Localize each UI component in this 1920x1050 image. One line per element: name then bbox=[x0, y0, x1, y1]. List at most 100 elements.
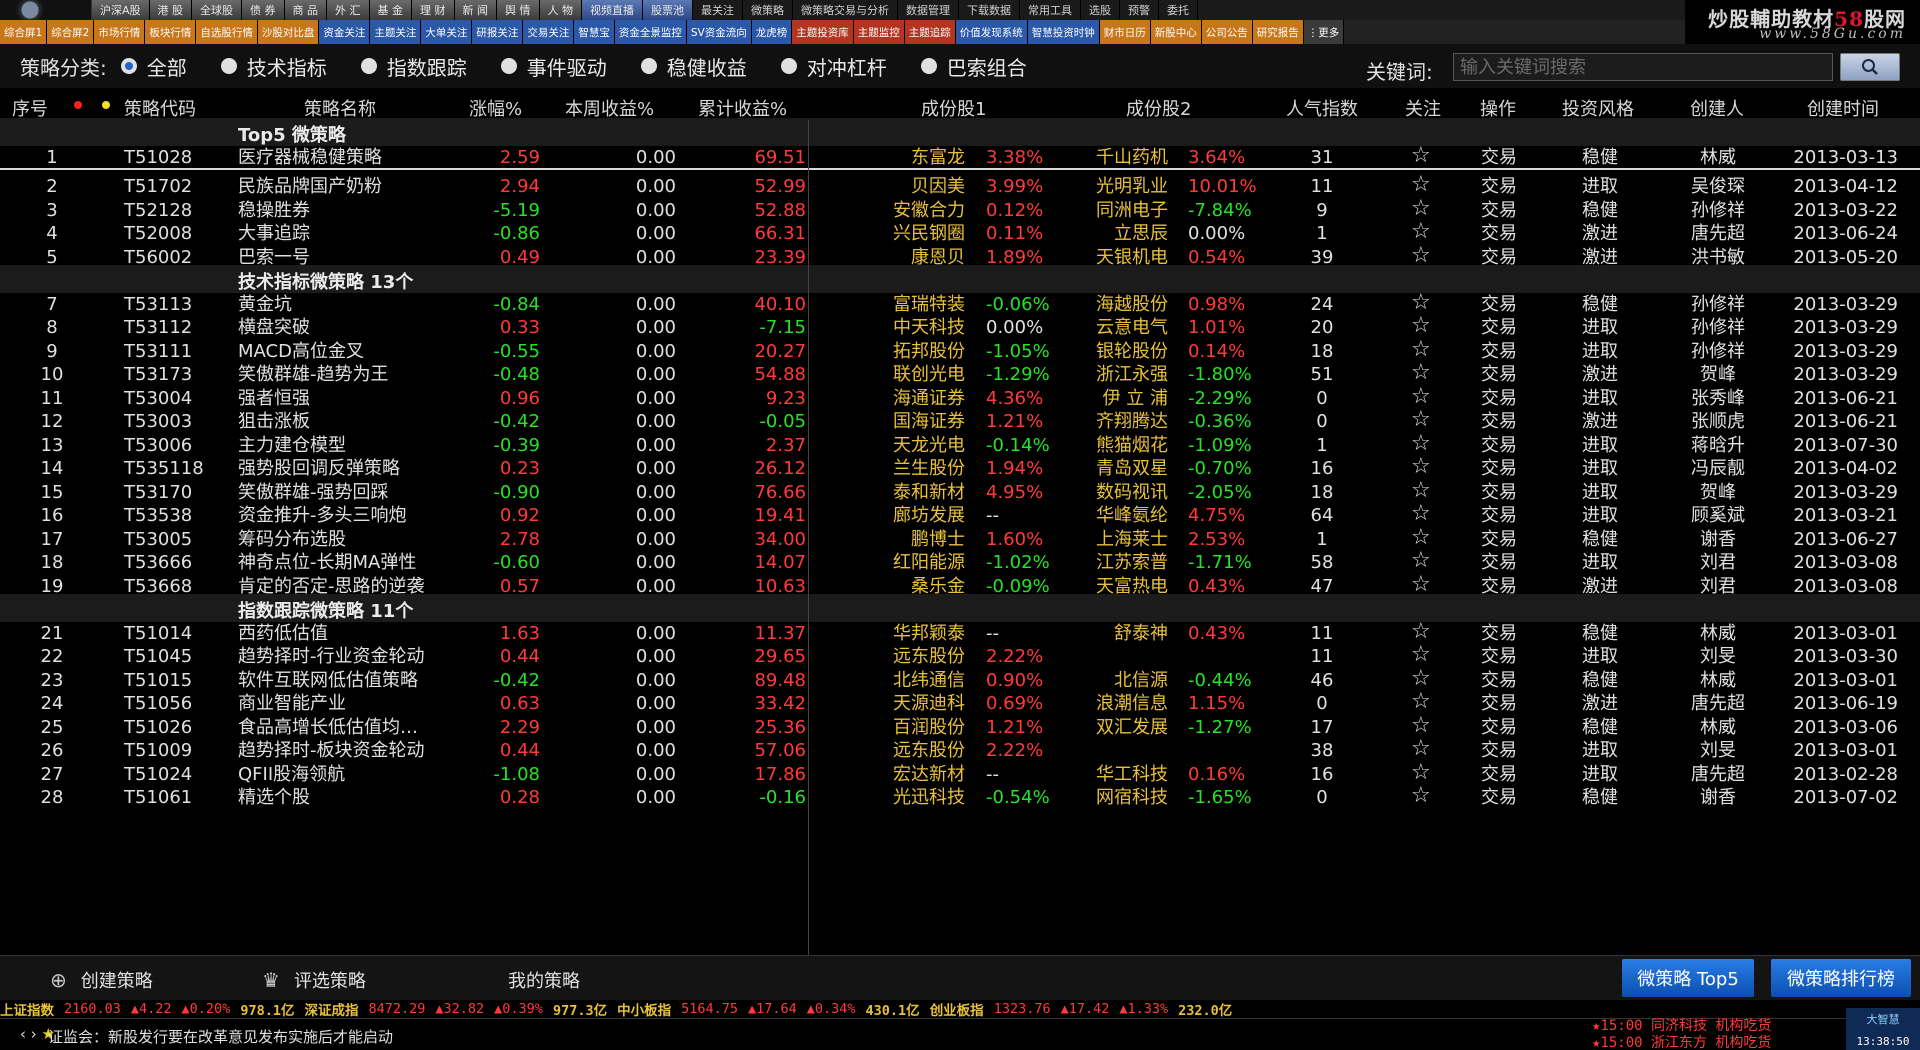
follow-star-icon[interactable]: ☆ bbox=[1411, 479, 1431, 502]
search-button[interactable] bbox=[1840, 53, 1900, 81]
nav-sub-item[interactable]: 新股中心 bbox=[1150, 20, 1202, 44]
nav-top-item[interactable]: 全球股 bbox=[192, 0, 243, 20]
nav-sub-item[interactable]: 交易关注 bbox=[523, 20, 575, 44]
follow-star-icon[interactable]: ☆ bbox=[1411, 144, 1431, 167]
nav-top-item[interactable]: 微策略 bbox=[743, 0, 794, 20]
category-radio-0[interactable]: 全部 bbox=[120, 52, 187, 81]
trophy-icon: ♛ bbox=[262, 968, 280, 992]
nav-sub-item[interactable]: 智慧投资时钟 bbox=[1027, 20, 1100, 44]
follow-star-icon[interactable]: ☆ bbox=[1411, 362, 1431, 384]
nav-sub-item[interactable]: 自选股行情 bbox=[196, 20, 258, 44]
create-strategy-button[interactable]: ⊕ 创建策略 bbox=[50, 967, 153, 993]
nav-top-item[interactable]: 下载数据 bbox=[959, 0, 1021, 20]
follow-star-icon[interactable]: ☆ bbox=[1411, 550, 1431, 572]
nav-sub-item[interactable]: 财市日历 bbox=[1099, 20, 1151, 44]
follow-star-icon[interactable]: ☆ bbox=[1411, 409, 1431, 431]
nav-top-item[interactable]: 沪深A股 bbox=[92, 0, 150, 20]
category-radio-6[interactable]: 巴索组合 bbox=[920, 52, 1027, 81]
follow-star-icon[interactable]: ☆ bbox=[1411, 197, 1431, 220]
follow-star-icon[interactable]: ☆ bbox=[1411, 385, 1431, 408]
follow-star-icon[interactable]: ☆ bbox=[1411, 291, 1431, 314]
nav-top-item[interactable]: 舆 情 bbox=[497, 0, 540, 20]
follow-star-icon[interactable]: ☆ bbox=[1411, 526, 1431, 549]
nav-top-item[interactable]: 选股 bbox=[1081, 0, 1121, 20]
follow-star-icon[interactable]: ☆ bbox=[1411, 244, 1431, 267]
nav-sub-item[interactable]: 龙虎榜 bbox=[751, 20, 793, 44]
nav-top-item[interactable]: 人 物 bbox=[539, 0, 583, 20]
nav-top-item[interactable]: 港 股 bbox=[149, 0, 193, 20]
nav-top-item[interactable]: 商 品 bbox=[284, 0, 328, 20]
nav-sub-item[interactable]: 价值发现系统 bbox=[955, 20, 1028, 44]
follow-star-icon[interactable]: ☆ bbox=[1411, 315, 1431, 337]
my-strategy-button[interactable]: 我的策略 bbox=[508, 967, 580, 993]
ticker-item[interactable]: 上证指数 bbox=[0, 1000, 54, 1018]
nav-top-item[interactable]: 理 财 bbox=[412, 0, 455, 20]
nav-sub-item[interactable]: SV资金流向 bbox=[686, 20, 752, 44]
nav-sub-item[interactable]: 综合屏2 bbox=[47, 20, 95, 44]
nav-top-item[interactable]: 债 券 bbox=[242, 0, 285, 20]
nav-sub-item[interactable]: 资金全景监控 bbox=[614, 20, 687, 44]
follow-star-icon[interactable]: ☆ bbox=[1411, 620, 1431, 643]
follow-star-icon[interactable]: ☆ bbox=[1411, 738, 1431, 760]
ranking-button[interactable]: 微策略排行榜 bbox=[1771, 959, 1911, 997]
nav-top-item[interactable]: 委托 bbox=[1159, 0, 1199, 20]
nav-sub-item[interactable]: 智慧宝 bbox=[574, 20, 615, 44]
follow-star-icon[interactable]: ☆ bbox=[1411, 667, 1431, 690]
follow-star-icon[interactable]: ☆ bbox=[1411, 503, 1431, 525]
nav-top-item[interactable]: 微策略交易与分析 bbox=[793, 0, 899, 20]
ticker-item[interactable]: 中小板指 bbox=[617, 1000, 671, 1018]
category-radio-3[interactable]: 事件驱动 bbox=[500, 52, 607, 81]
nav-top-item[interactable]: 常用工具 bbox=[1020, 0, 1082, 20]
nav-sub-item[interactable]: 综合屏1 bbox=[0, 20, 48, 44]
ticker-item[interactable]: 深证成指 bbox=[304, 1000, 358, 1018]
follow-star-icon[interactable]: ☆ bbox=[1411, 174, 1431, 196]
follow-star-icon[interactable]: ☆ bbox=[1411, 785, 1431, 807]
nav-top-item[interactable]: 数据管理 bbox=[898, 0, 960, 20]
category-radio-1[interactable]: 技术指标 bbox=[220, 52, 327, 81]
nav-sub-item[interactable]: 主题关注 bbox=[370, 20, 422, 44]
category-radio-5[interactable]: 对冲杠杆 bbox=[780, 52, 887, 81]
news-message[interactable]: 证监会：新股发行要在改革意见发布实施后才能启动 bbox=[48, 1026, 393, 1047]
category-radio-4[interactable]: 稳健收益 bbox=[640, 52, 747, 81]
nav-top-item[interactable]: 最关注 bbox=[693, 0, 744, 20]
follow-star-icon[interactable]: ☆ bbox=[1411, 573, 1431, 596]
follow-star-icon[interactable]: ☆ bbox=[1411, 714, 1431, 737]
follow-star-icon[interactable]: ☆ bbox=[1411, 338, 1431, 361]
follow-star-icon[interactable]: ☆ bbox=[1411, 691, 1431, 713]
category-radio-2[interactable]: 指数跟踪 bbox=[360, 52, 467, 81]
nav-sub-item[interactable]: ⋮更多 bbox=[1303, 20, 1345, 44]
follow-star-icon[interactable]: ☆ bbox=[1411, 432, 1431, 455]
nav-top-item[interactable]: 外 汇 bbox=[327, 0, 370, 20]
nav-sub-item[interactable]: 研报关注 bbox=[472, 20, 524, 44]
follow-star-icon[interactable]: ☆ bbox=[1411, 221, 1431, 243]
nav-sub-item[interactable]: 资金关注 bbox=[319, 20, 371, 44]
nav-sub-item[interactable]: 研究报告 bbox=[1252, 20, 1304, 44]
nav-top-item[interactable]: 视频直播 bbox=[582, 0, 644, 20]
nav-top-item[interactable]: 股票池 bbox=[643, 0, 694, 20]
nav-sub-item[interactable]: 板块行情 bbox=[145, 20, 197, 44]
nav-sub-item[interactable]: 主题监控 bbox=[853, 20, 905, 44]
table-row[interactable]: 28 T51061 精选个股 0.28 0.00 -0.16 光迅科技 -0.54% 网宿科技 -… bbox=[0, 784, 1920, 812]
alert-item[interactable]: ★15:00 浙江东方 机构吃货 bbox=[1592, 1032, 1812, 1050]
review-strategy-button[interactable]: ♛ 评选策略 bbox=[262, 967, 366, 993]
nav-sub-item[interactable]: 市场行情 bbox=[94, 20, 146, 44]
nav-top-item[interactable]: 预警 bbox=[1120, 0, 1160, 20]
keyword-search-input[interactable] bbox=[1453, 53, 1833, 81]
nav-sub-item[interactable]: 主题投资库 bbox=[792, 20, 854, 44]
yellow-dot-icon bbox=[102, 101, 110, 109]
cell-created-time: 2013-03-29 bbox=[1793, 293, 1898, 315]
follow-star-icon[interactable]: ☆ bbox=[1411, 456, 1431, 478]
top5-button[interactable]: 微策略 Top5 bbox=[1622, 959, 1754, 997]
alert-item[interactable]: ★15:00 同济科技 机构吃货 bbox=[1592, 1015, 1812, 1034]
follow-star-icon[interactable]: ☆ bbox=[1411, 761, 1431, 784]
nav-sub-item[interactable]: 主题追踪 bbox=[904, 20, 956, 44]
nav-top-item[interactable]: 基 金 bbox=[369, 0, 413, 20]
top-nav: 沪深A股港 股全球股债 券商 品外 汇基 金理 财新 闻舆 情人 物视频直播 股票… bbox=[0, 0, 1920, 20]
follow-star-icon[interactable]: ☆ bbox=[1411, 644, 1431, 666]
nav-sub-item[interactable]: 大单关注 bbox=[421, 20, 473, 44]
ticker-item[interactable]: 创业板指 bbox=[930, 1000, 984, 1018]
nav-sub-item[interactable]: 沙股对比盘 bbox=[257, 20, 320, 44]
home-icon[interactable] bbox=[0, 0, 92, 20]
nav-sub-item[interactable]: 公司公告 bbox=[1201, 20, 1253, 44]
nav-top-item[interactable]: 新 闻 bbox=[454, 0, 498, 20]
